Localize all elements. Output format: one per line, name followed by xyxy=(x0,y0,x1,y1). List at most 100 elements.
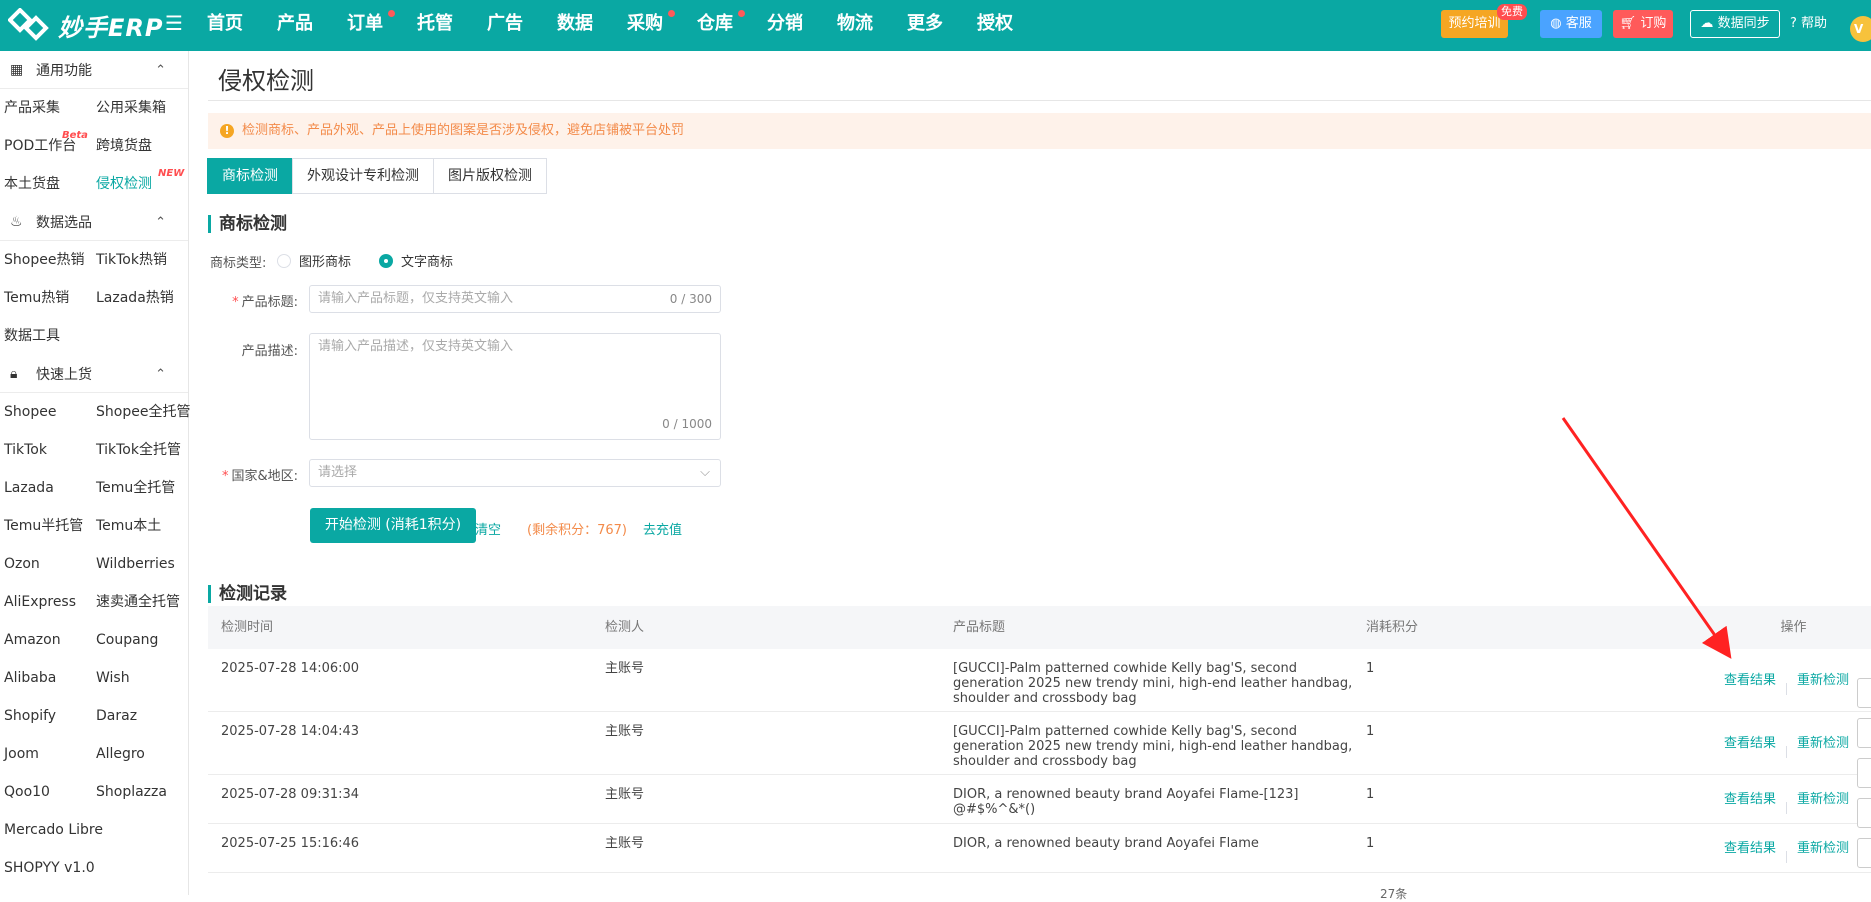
side-tool-5[interactable] xyxy=(1857,838,1871,868)
sidebar-item[interactable]: Mercado Libre xyxy=(0,811,103,849)
view-result-link[interactable]: 查看结果 xyxy=(1724,673,1776,688)
nav-item[interactable]: 分销 xyxy=(767,0,837,51)
sidebar-item-label: Temu本土 xyxy=(96,518,162,534)
sidebar-group-title: 快速上货 xyxy=(36,366,92,383)
sidebar-item[interactable]: Shopee全托管 xyxy=(92,393,190,431)
start-detection-button[interactable]: 开始检测 (消耗1积分) xyxy=(310,508,476,543)
data-sync-button[interactable]: ☁ 数据同步 xyxy=(1690,10,1780,38)
sidebar-item[interactable]: 本土货盘 xyxy=(0,165,92,203)
tab[interactable]: 商标检测 xyxy=(207,158,293,194)
sidebar-item[interactable]: Temu半托管 xyxy=(0,507,92,545)
sidebar-item-label: Shopify xyxy=(4,708,57,724)
product-title-input[interactable]: 请输入产品标题，仅支持英文输入 0 / 300 xyxy=(309,285,721,313)
radio-text-trademark[interactable]: 文字商标 xyxy=(379,251,453,270)
sidebar-item[interactable]: Shoplazza xyxy=(92,773,189,811)
sidebar-item[interactable]: Temu本土 xyxy=(92,507,189,545)
sidebar-item[interactable]: Joom xyxy=(0,735,92,773)
logo[interactable]: 妙手ERP xyxy=(8,8,163,42)
view-result-link[interactable]: 查看结果 xyxy=(1724,736,1776,751)
nav-item[interactable]: 物流 xyxy=(837,0,907,51)
sidebar-item[interactable]: SHOPYY v1.0 xyxy=(0,849,95,887)
chevron-down-icon: ⌵ xyxy=(700,465,710,480)
sidebar-item[interactable]: Qoo10 xyxy=(0,773,92,811)
nav-item[interactable]: 更多 xyxy=(907,0,977,51)
cell-user: 主账号 xyxy=(605,724,645,739)
recheck-link[interactable]: 重新检测 xyxy=(1797,841,1849,856)
sidebar-item[interactable]: Shopify xyxy=(0,697,92,735)
nav-item-label: 分销 xyxy=(767,13,803,34)
nav-item-label: 物流 xyxy=(837,13,873,34)
cell-actions: 查看结果 重新检测 xyxy=(1716,775,1871,823)
subscribe-button[interactable]: 🛒︎ 订购 xyxy=(1613,10,1673,38)
sidebar-item[interactable]: Lazada热销 xyxy=(92,279,189,317)
nav-item[interactable]: 产品 xyxy=(277,0,347,51)
sidebar-item[interactable]: Allegro xyxy=(92,735,189,773)
recheck-link[interactable]: 重新检测 xyxy=(1797,736,1849,751)
cell-points: 1 xyxy=(1366,836,1375,851)
free-badge: 免费 xyxy=(1497,4,1527,20)
help-icon: ? xyxy=(1790,16,1797,31)
cell-points: 1 xyxy=(1366,724,1375,739)
sidebar-item[interactable]: Temu全托管 xyxy=(92,469,189,507)
side-tool-1[interactable] xyxy=(1857,678,1871,708)
sidebar-item[interactable]: Wish xyxy=(92,659,189,697)
sidebar-item[interactable]: 侵权检测 NEW xyxy=(92,165,189,203)
side-tool-3[interactable] xyxy=(1857,758,1871,788)
sidebar-item[interactable]: TikTok热销 xyxy=(92,241,189,279)
sidebar-item-label: Qoo10 xyxy=(4,784,50,800)
customer-service-button[interactable]: ◍ 客服 xyxy=(1540,10,1602,38)
chevron-up-icon: ⌃ xyxy=(155,215,166,230)
nav-item[interactable]: 首页 xyxy=(207,0,277,51)
sidebar-item[interactable]: POD工作台 Beta xyxy=(0,127,92,165)
tab[interactable]: 图片版权检测 xyxy=(433,158,547,194)
nav-item[interactable]: 托管 xyxy=(417,0,487,51)
sidebar-item[interactable]: Shopee xyxy=(0,393,92,431)
nav-item[interactable]: 仓库 xyxy=(697,0,767,51)
sidebar-item[interactable]: 数据工具 xyxy=(0,317,92,355)
product-desc-textarea[interactable]: 请输入产品描述，仅支持英文输入 0 / 1000 xyxy=(309,333,721,440)
sidebar-item[interactable]: Shopee热销 xyxy=(0,241,92,279)
side-tool-4[interactable] xyxy=(1857,798,1871,828)
view-result-link[interactable]: 查看结果 xyxy=(1724,792,1776,807)
nav-item[interactable]: 授权 xyxy=(977,0,1047,51)
nav-item[interactable]: 数据 xyxy=(557,0,627,51)
sidebar-item[interactable]: 产品采集 xyxy=(0,89,92,127)
fire-icon: ♨ xyxy=(10,213,23,230)
warning-icon: ! xyxy=(220,124,234,138)
help-button[interactable]: ? 帮助 xyxy=(1790,10,1850,38)
sidebar-item[interactable]: Temu热销 xyxy=(0,279,92,317)
radio-graphic-trademark[interactable]: 图形商标 xyxy=(277,251,351,270)
side-tool-2[interactable] xyxy=(1857,718,1871,748)
sidebar-item-label: Shoplazza xyxy=(96,784,167,800)
sidebar-item[interactable]: Wildberries xyxy=(92,545,189,583)
sidebar-item[interactable]: Coupang xyxy=(92,621,189,659)
recharge-link[interactable]: 去充值 xyxy=(643,519,682,538)
records-table: 检测时间 检测人 产品标题 消耗积分 操作 2025-07-28 14:06:0… xyxy=(208,606,1871,873)
user-avatar[interactable]: V xyxy=(1850,16,1871,42)
sidebar-group-header[interactable]: ▦ 通用功能 ⌃ xyxy=(0,51,188,89)
sidebar-group-header[interactable]: 🔒︎ 快速上货 ⌃ xyxy=(0,355,188,393)
recheck-link[interactable]: 重新检测 xyxy=(1797,792,1849,807)
clear-link[interactable]: 清空 xyxy=(475,519,501,538)
sidebar-item[interactable]: Alibaba xyxy=(0,659,92,697)
country-select[interactable]: 请选择 ⌵ xyxy=(309,459,721,487)
sidebar-group-header[interactable]: ♨ 数据选品 ⌃ xyxy=(0,203,188,241)
menu-toggle-icon[interactable]: ☰ xyxy=(165,12,185,34)
sidebar-item[interactable]: 跨境货盘 xyxy=(92,127,189,165)
nav-item[interactable]: 订单 xyxy=(347,0,417,51)
recheck-link[interactable]: 重新检测 xyxy=(1797,673,1849,688)
view-result-link[interactable]: 查看结果 xyxy=(1724,841,1776,856)
sidebar-item[interactable]: Daraz xyxy=(92,697,189,735)
sidebar-item[interactable]: TikTok全托管 xyxy=(92,431,189,469)
nav-item[interactable]: 广告 xyxy=(487,0,557,51)
sidebar-item[interactable]: TikTok xyxy=(0,431,92,469)
sidebar-item[interactable]: 公用采集箱 xyxy=(92,89,189,127)
sidebar-item-label: Temu半托管 xyxy=(4,518,84,534)
sidebar-item[interactable]: Lazada xyxy=(0,469,92,507)
sidebar-item[interactable]: AliExpress xyxy=(0,583,92,621)
sidebar-item[interactable]: Ozon xyxy=(0,545,92,583)
sidebar-item[interactable]: Amazon xyxy=(0,621,92,659)
nav-item[interactable]: 采购 xyxy=(627,0,697,51)
tab[interactable]: 外观设计专利检测 xyxy=(292,158,434,194)
sidebar-item[interactable]: 速卖通全托管 xyxy=(92,583,189,621)
